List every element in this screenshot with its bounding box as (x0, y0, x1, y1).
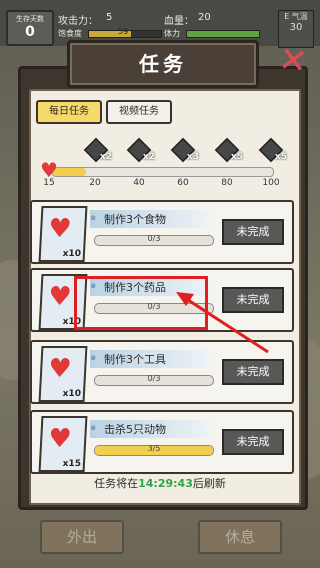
heart-icon: ♥ (47, 424, 73, 454)
task-name: 制作3个工具 (104, 353, 166, 366)
task-status-button[interactable]: 未完成 (222, 429, 284, 455)
task-progress-text: 0/3 (147, 234, 161, 243)
stamina-label: 体力 (164, 29, 180, 38)
task-name: 制作3个食物 (104, 213, 166, 226)
swirl-icon: ๑ (90, 422, 97, 433)
tab-video[interactable]: 视频任务 (106, 100, 172, 124)
close-icon[interactable]: ✕ (276, 39, 310, 83)
milestone-chest-1[interactable]: x2 (83, 137, 112, 163)
highlight-box (74, 276, 208, 330)
day-label: 生存天数 (16, 15, 44, 23)
weather-label: E 气温 (284, 12, 308, 21)
task-status-button[interactable]: 未完成 (222, 359, 284, 385)
heart-icon: ♥ (40, 158, 58, 182)
hunger-label: 饱食度 (58, 29, 82, 38)
hunger-value: 59 (118, 27, 129, 36)
milestone-chest-2[interactable]: x2 (126, 137, 155, 163)
hp-value: 20 (198, 12, 211, 23)
tab-daily[interactable]: 每日任务 (36, 100, 102, 124)
dialog-title-plaque: 任务 (67, 40, 259, 88)
heart-icon: ♥ (47, 214, 73, 244)
task-card: ♥ x10 ๑ 制作3个食物 0/3 未完成 (30, 200, 294, 264)
refresh-prefix: 任务将在 (94, 477, 139, 490)
refresh-suffix: 后刷新 (192, 477, 226, 490)
task-card: ♥ x10 ๑ 制作3个工具 0/3 未完成 (30, 340, 294, 404)
task-name: 击杀5只动物 (104, 423, 166, 436)
daily-progress-track (52, 167, 274, 177)
milestone-chest-5[interactable]: x5 (258, 137, 287, 163)
progress-tick: 100 (262, 178, 280, 188)
dialog-title: 任务 (139, 52, 187, 76)
refresh-countdown: 任务将在14:29:43后刷新 (0, 475, 320, 491)
hp-label: 血量： (164, 16, 194, 27)
attack-value: 5 (106, 12, 113, 23)
swirl-icon: ๑ (90, 352, 97, 363)
day-value: 0 (25, 24, 35, 40)
reward-image: ♥ x15 (38, 416, 88, 472)
rest-button[interactable]: 休息 (198, 520, 282, 554)
stamina-bar (186, 30, 260, 38)
temp-value: 30 (289, 22, 303, 33)
task-status-button[interactable]: 未完成 (222, 287, 284, 313)
day-counter: 生存天数 0 (6, 10, 54, 46)
progress-tick: 80 (221, 178, 233, 188)
milestone-chest-4[interactable]: x5 (214, 137, 243, 163)
task-progress-text: 3/5 (147, 444, 161, 453)
refresh-time: 14:29:43 (138, 477, 193, 490)
attack-label: 攻击力： (58, 16, 98, 27)
reward-image: ♥ x10 (38, 346, 88, 402)
task-card: ♥ x15 ๑ 击杀5只动物 3/5 未完成 (30, 410, 294, 474)
swirl-icon: ๑ (90, 212, 97, 223)
progress-tick: 60 (177, 178, 189, 188)
reward-image: ♥ x10 (38, 206, 88, 262)
progress-tick: 15 (43, 178, 55, 188)
progress-tick: 40 (133, 178, 145, 188)
progress-tick: 20 (89, 178, 101, 188)
daily-progress-fill (53, 168, 86, 176)
milestone-chest-3[interactable]: x3 (170, 137, 199, 163)
heart-icon: ♥ (47, 282, 73, 312)
go-out-button[interactable]: 外出 (40, 520, 124, 554)
heart-icon: ♥ (47, 354, 73, 384)
task-progress-text: 0/3 (147, 374, 161, 383)
task-status-button[interactable]: 未完成 (222, 219, 284, 245)
